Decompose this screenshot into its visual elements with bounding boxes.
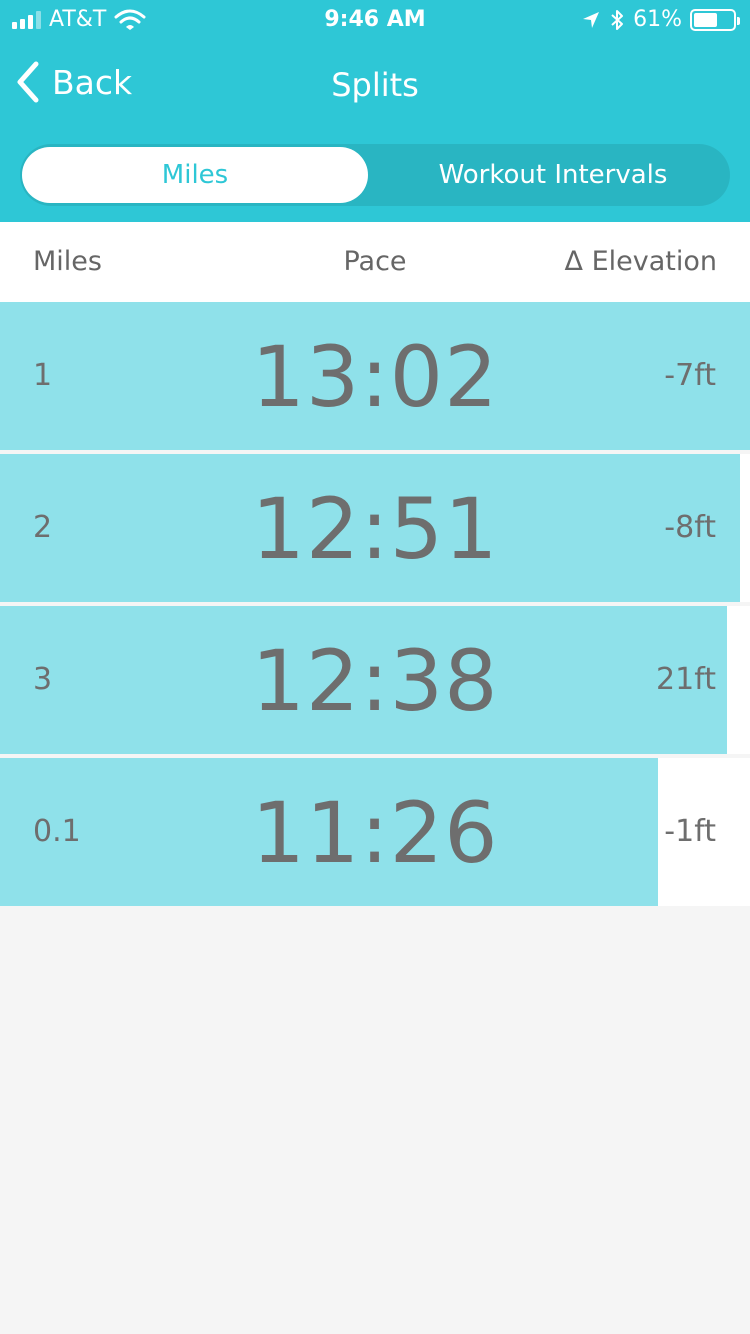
split-elevation: 21ft [656,662,716,697]
split-elevation: -1ft [664,814,716,849]
split-row[interactable]: 3 12:38 21ft [0,606,750,754]
battery-nub [737,16,740,25]
location-icon [583,11,600,28]
status-bar: AT&T 9:46 AM 61% [0,0,750,40]
split-row[interactable]: 0.1 11:26 -1ft [0,758,750,906]
battery-icon [690,8,740,31]
app: AT&T 9:46 AM 61% Back Splits Miles Worko… [0,0,750,1334]
segmented-control: Miles Workout Intervals [20,144,730,206]
splits-list: 1 13:02 -7ft 2 12:51 -8ft 3 12:38 21ft 0… [0,302,750,910]
column-header-elevation: Δ Elevation [564,246,717,277]
battery-level-fill [694,12,717,27]
table-header: Miles Pace Δ Elevation [0,222,750,302]
tab-workout-intervals[interactable]: Workout Intervals [378,144,728,206]
split-row[interactable]: 2 12:51 -8ft [0,454,750,602]
bluetooth-icon [611,9,624,30]
tab-miles[interactable]: Miles [22,147,368,203]
nav-bar: Back Splits [0,46,750,122]
split-pace: 13:02 [251,328,499,426]
split-elevation: -8ft [664,510,716,545]
split-pace: 12:38 [251,632,499,730]
status-right: 61% [581,7,740,32]
battery-percent: 61% [633,7,682,32]
split-row[interactable]: 1 13:02 -7ft [0,302,750,450]
header: AT&T 9:46 AM 61% Back Splits Miles Worko… [0,0,750,222]
split-elevation: -7ft [664,358,716,393]
split-pace: 12:51 [251,480,499,578]
split-pace: 11:26 [251,784,499,882]
page-title: Splits [331,66,419,104]
